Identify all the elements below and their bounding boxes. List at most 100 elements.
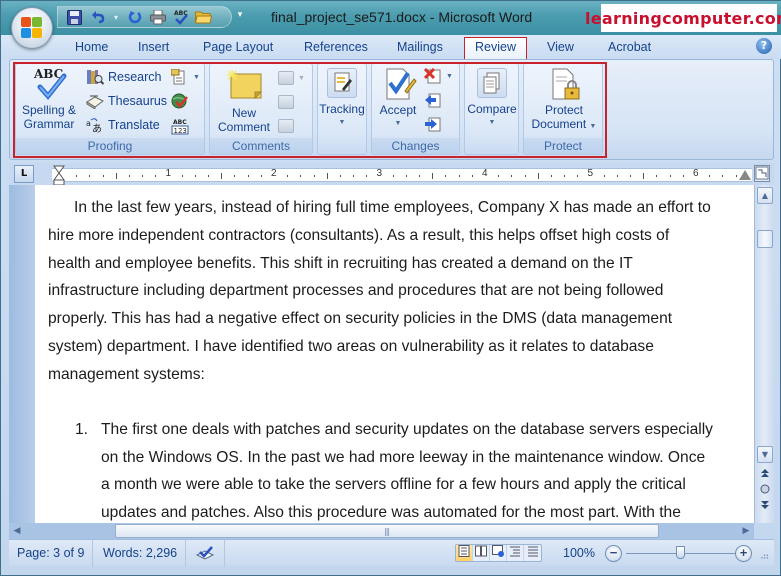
tab-selector-button[interactable]: L [14, 165, 34, 183]
changes-group-label: Changes [372, 138, 459, 154]
protect-group: Protect Document ▼ Protect [523, 63, 603, 155]
vertical-scroll-thumb[interactable] [757, 230, 773, 248]
protect-dropdown-icon: ▼ [589, 123, 597, 130]
horizontal-scroll-thumb[interactable]: ||| [115, 524, 659, 538]
ruler-eighth-tick [128, 175, 130, 177]
compare-button[interactable]: Compare ▼ [465, 68, 519, 130]
tab-mailings[interactable]: Mailings [397, 39, 443, 59]
customize-qat-icon[interactable]: ▾ [234, 10, 246, 22]
full-screen-reading-view-button[interactable] [473, 545, 490, 561]
web-layout-view-button[interactable] [490, 545, 507, 561]
ruler-eighth-tick [76, 175, 78, 177]
scroll-down-button[interactable]: ▼ [757, 446, 773, 463]
delete-comment-button[interactable]: ▼ [278, 68, 305, 88]
translation-tooltip-button[interactable]: ▼ [170, 67, 200, 87]
word-count[interactable]: Words: 2,296 [95, 540, 187, 567]
print-layout-view-button[interactable] [456, 545, 473, 561]
undo-icon[interactable] [89, 9, 106, 25]
print-icon[interactable] [149, 9, 166, 25]
document-page[interactable]: In the last few years, instead of hiring… [35, 185, 754, 523]
new-comment-label-2: Comment [217, 120, 270, 134]
indent-marker[interactable] [53, 164, 65, 186]
next-comment-icon [278, 119, 294, 133]
page-count[interactable]: Page: 3 of 9 [9, 540, 94, 567]
resize-grip-icon[interactable]: ⠴⠆ [760, 551, 772, 562]
tracking-group: Tracking ▼ [317, 63, 367, 155]
tab-insert[interactable]: Insert [138, 39, 169, 59]
comments-group-label: Comments [210, 138, 312, 154]
undo-dropdown-icon[interactable]: ▾ [112, 9, 120, 25]
spelling-grammar-button[interactable]: ABC Spelling & Grammar [18, 67, 80, 131]
zoom-out-button[interactable]: − [605, 545, 622, 562]
new-comment-button[interactable]: New Comment [212, 69, 276, 134]
redo-icon[interactable] [126, 9, 143, 25]
compare-label: Compare [467, 102, 517, 116]
horizontal-scrollbar[interactable]: ◀ ||| ▶ [9, 523, 754, 539]
ruler-number: 2 [271, 168, 277, 179]
research-button[interactable]: Research [86, 67, 162, 87]
spelling-label-2: Grammar [23, 117, 75, 131]
next-comment-button[interactable] [278, 116, 294, 136]
list-line: The first one deals with patches and sec… [101, 421, 713, 438]
scroll-up-button[interactable]: ▲ [757, 187, 773, 204]
help-icon[interactable]: ? [756, 38, 772, 54]
proofing-status-button[interactable] [187, 540, 225, 567]
compare-documents-icon [477, 68, 507, 98]
draft-view-button[interactable] [524, 545, 541, 561]
thesaurus-button[interactable]: Thesaurus [86, 91, 167, 111]
outline-view-button[interactable] [507, 545, 524, 561]
previous-change-button[interactable] [424, 90, 442, 110]
spelling-label-1: Spelling & [21, 103, 77, 117]
previous-page-button[interactable] [758, 468, 772, 482]
scroll-left-button[interactable]: ◀ [9, 523, 25, 539]
open-folder-icon[interactable] [195, 9, 212, 25]
word-count-icon: ABC 123 [171, 117, 189, 135]
tab-page-layout[interactable]: Page Layout [203, 39, 273, 59]
office-button[interactable] [11, 7, 53, 49]
tab-home[interactable]: Home [75, 39, 108, 59]
tab-review[interactable]: Review [464, 37, 527, 61]
vertical-ruler[interactable] [9, 185, 35, 523]
ruler-eighth-tick [564, 175, 566, 177]
tracking-button[interactable]: Tracking ▼ [318, 68, 366, 130]
tab-acrobat[interactable]: Acrobat [608, 39, 651, 59]
translate-button[interactable]: aあ Translate [86, 115, 160, 135]
protect-document-button[interactable]: Protect Document ▼ [524, 67, 604, 134]
previous-comment-button[interactable] [278, 92, 294, 112]
window-title: final_project_se571.docx - Microsoft Wor… [271, 9, 533, 25]
numbered-list-item: 1. The first one deals with patches and … [48, 416, 740, 523]
horizontal-ruler[interactable]: 1 2 3 4 5 6 [52, 168, 752, 182]
zoom-slider-thumb[interactable] [676, 546, 685, 559]
word-count-button[interactable]: ABC 123 [171, 115, 189, 135]
ruler-eighth-tick [577, 175, 579, 177]
ruler-half-inch-tick [432, 173, 434, 179]
view-ruler-button[interactable] [754, 165, 770, 182]
zoom-in-button[interactable]: + [735, 545, 752, 562]
reject-button[interactable]: ▼ [423, 66, 453, 86]
save-icon[interactable] [66, 9, 83, 25]
zoom-level[interactable]: 100% [563, 540, 595, 566]
ruler-number: 4 [482, 168, 488, 179]
view-buttons [455, 544, 542, 562]
tab-view[interactable]: View [547, 39, 574, 59]
scroll-right-button[interactable]: ▶ [738, 523, 754, 539]
tab-references[interactable]: References [304, 39, 368, 59]
ruler-eighth-tick [181, 175, 183, 177]
vertical-scrollbar[interactable]: ▲ ▼ [754, 185, 774, 523]
next-page-button[interactable] [758, 500, 772, 514]
spelling-check-icon[interactable]: ABC [172, 9, 189, 25]
ruler-eighth-tick [511, 175, 513, 177]
protect-document-lock-icon [547, 67, 581, 100]
office-logo-icon [21, 17, 43, 39]
translation-dropdown-icon: ▼ [193, 73, 200, 81]
compare-dropdown-icon: ▼ [488, 119, 496, 126]
accept-label: Accept [379, 103, 417, 117]
set-language-button[interactable] [171, 91, 189, 111]
word-window: ▾ ABC ▾ final_project_se571.docx - Micro… [0, 0, 781, 576]
next-change-button[interactable] [424, 114, 442, 134]
ruler-eighth-tick [260, 175, 262, 177]
right-indent-marker[interactable] [739, 170, 751, 180]
accept-button[interactable]: Accept ▼ [374, 67, 422, 131]
select-browse-object-button[interactable] [758, 484, 772, 498]
ruler-eighth-tick [471, 175, 473, 177]
